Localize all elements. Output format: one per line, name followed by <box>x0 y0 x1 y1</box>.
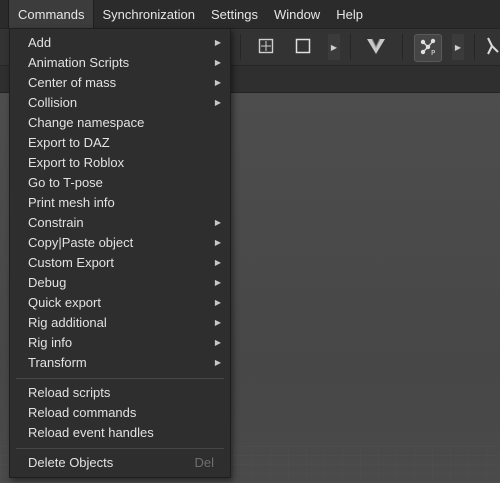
square-button[interactable] <box>290 34 316 60</box>
select-box-icon <box>257 37 275 58</box>
menu-item-label: Center of mass <box>28 75 117 90</box>
chevron-right-icon: ▶ <box>330 42 338 52</box>
menu-help[interactable]: Help <box>328 0 371 28</box>
menu-item-rig-info[interactable]: Rig info ▶ <box>10 333 230 353</box>
menu-item-animation-scripts[interactable]: Animation Scripts ▶ <box>10 53 230 73</box>
menu-item-label: Reload event handles <box>28 425 154 440</box>
menu-item-change-namespace[interactable]: Change namespace <box>10 113 230 133</box>
menu-item-label: Transform <box>28 355 87 370</box>
toolbar-separator <box>350 34 351 60</box>
select-box-button[interactable] <box>253 34 279 60</box>
submenu-arrow-icon: ▶ <box>214 58 221 67</box>
menu-item-print-mesh-info[interactable]: Print mesh info <box>10 193 230 213</box>
square-icon <box>294 37 312 58</box>
submenu-arrow-icon: ▶ <box>214 258 221 267</box>
menu-item-label: Go to T-pose <box>28 175 103 190</box>
menu-item-collision[interactable]: Collision ▶ <box>10 93 230 113</box>
menu-item-label: Export to Roblox <box>28 155 125 170</box>
menu-item-label: Change namespace <box>28 115 145 130</box>
pose-button[interactable] <box>484 34 500 60</box>
menu-item-label: Reload scripts <box>28 385 111 400</box>
commands-dropdown-menu: Add ▶ Animation Scripts ▶ Center of mass… <box>9 28 231 478</box>
menu-item-constrain[interactable]: Constrain ▶ <box>10 213 230 233</box>
menu-item-reload-scripts[interactable]: Reload scripts <box>10 383 230 403</box>
menu-divider <box>16 378 224 379</box>
menu-item-reload-commands[interactable]: Reload commands <box>10 403 230 423</box>
menu-commands[interactable]: Commands <box>8 0 95 28</box>
v-logo-icon <box>365 36 387 59</box>
menu-item-label: Export to DAZ <box>28 135 110 150</box>
menu-item-label: Add <box>28 35 52 50</box>
menu-item-label: Constrain <box>28 215 84 230</box>
toolbar-separator <box>402 34 403 60</box>
menu-item-label: Reload commands <box>28 405 137 420</box>
submenu-arrow-icon: ▶ <box>214 38 221 47</box>
chevron-right-icon: ▶ <box>454 42 462 52</box>
menu-window[interactable]: Window <box>266 0 328 28</box>
menu-item-label: Delete Objects <box>28 455 114 470</box>
menu-synchronization[interactable]: Synchronization <box>94 0 203 28</box>
menu-settings[interactable]: Settings <box>203 0 266 28</box>
menu-item-export-to-roblox[interactable]: Export to Roblox <box>10 153 230 173</box>
menu-item-add[interactable]: Add ▶ <box>10 33 230 53</box>
menu-item-rig-additional[interactable]: Rig additional ▶ <box>10 313 230 333</box>
menu-item-label: Quick export <box>28 295 101 310</box>
submenu-arrow-icon: ▶ <box>214 358 221 367</box>
menu-item-export-to-daz[interactable]: Export to DAZ <box>10 133 230 153</box>
app-window: Commands Synchronization Settings Window… <box>0 0 500 483</box>
v-tool-button[interactable] <box>363 34 389 60</box>
menu-item-delete-objects[interactable]: Delete Objects Del <box>10 453 230 473</box>
submenu-arrow-icon: ▶ <box>214 298 221 307</box>
menu-item-debug[interactable]: Debug ▶ <box>10 273 230 293</box>
toolbar-separator <box>240 34 241 60</box>
submenu-arrow-icon: ▶ <box>214 218 221 227</box>
submenu-arrow-icon: ▶ <box>214 98 221 107</box>
toolbar-expand-arrow[interactable]: ▶ <box>452 34 464 60</box>
menu-item-label: Animation Scripts <box>28 55 130 70</box>
node-graph-button[interactable]: P <box>414 34 442 62</box>
svg-text:P: P <box>431 49 435 57</box>
submenu-arrow-icon: ▶ <box>214 318 221 327</box>
toolbar-separator <box>474 34 475 60</box>
menu-item-label: Print mesh info <box>28 195 115 210</box>
pose-figure-icon <box>484 36 500 59</box>
menu-item-center-of-mass[interactable]: Center of mass ▶ <box>10 73 230 93</box>
menu-item-reload-event-handles[interactable]: Reload event handles <box>10 423 230 443</box>
submenu-arrow-icon: ▶ <box>214 338 221 347</box>
shortcut-label: Del <box>194 455 214 470</box>
submenu-arrow-icon: ▶ <box>214 78 221 87</box>
submenu-arrow-icon: ▶ <box>214 238 221 247</box>
menu-item-go-to-t-pose[interactable]: Go to T-pose <box>10 173 230 193</box>
menu-item-label: Rig additional <box>28 315 107 330</box>
menu-item-label: Debug <box>28 275 67 290</box>
toolbar-expand-arrow[interactable]: ▶ <box>328 34 340 60</box>
menu-item-quick-export[interactable]: Quick export ▶ <box>10 293 230 313</box>
menu-item-copy-paste-object[interactable]: Copy|Paste object ▶ <box>10 233 230 253</box>
menu-item-label: Rig info <box>28 335 73 350</box>
menu-item-label: Custom Export <box>28 255 114 270</box>
menu-bar: Commands Synchronization Settings Window… <box>0 0 500 29</box>
menu-item-label: Copy|Paste object <box>28 235 134 250</box>
node-graph-icon: P <box>417 36 439 61</box>
menu-item-custom-export[interactable]: Custom Export ▶ <box>10 253 230 273</box>
submenu-arrow-icon: ▶ <box>214 278 221 287</box>
menu-divider <box>16 448 224 449</box>
menu-item-label: Collision <box>28 95 78 110</box>
menu-item-transform[interactable]: Transform ▶ <box>10 353 230 373</box>
